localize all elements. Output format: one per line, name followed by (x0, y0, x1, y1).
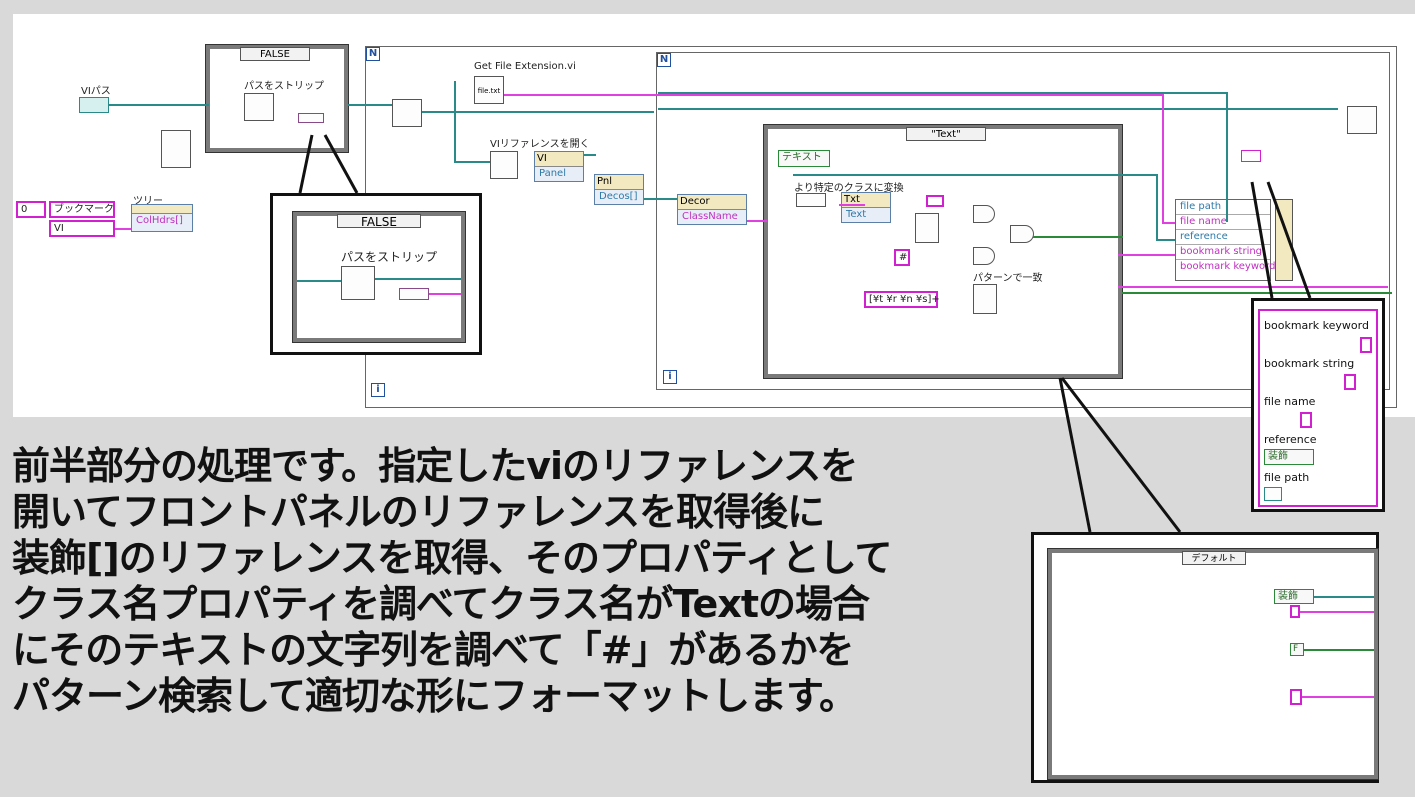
explanation-line-2: 開いてフロントパネルのリファレンスを取得後に (12, 490, 825, 534)
explanation-line-1: 前半部分の処理です。指定したviのリファレンスを (12, 444, 858, 488)
explanation-text: 前半部分の処理です。指定したviのリファレンスを 開いてフロントパネルのリファレ… (12, 443, 1022, 719)
explanation-line-3: 装飾[]のリファレンスを取得、そのプロパティとして (12, 536, 893, 580)
explanation-line-6: パターン検索して適切な形にフォーマットします。 (12, 674, 857, 718)
explanation-line-4: クラス名プロパティを調べてクラス名がTextの場合 (12, 582, 870, 626)
explanation-line-5: にそのテキストの文字列を調べて「#」があるかを (12, 628, 854, 672)
